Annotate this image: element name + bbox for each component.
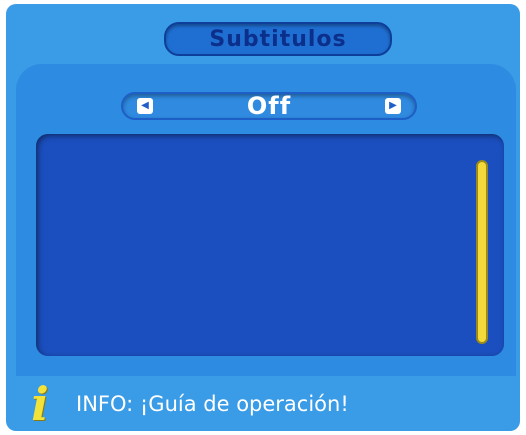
left-arrow-icon[interactable]: ◀	[137, 98, 153, 114]
subtitles-screen: Subtitulos ◀ Off ▶ i INFO: ¡Guía de oper…	[6, 4, 520, 431]
dialog-title-text: Subtitulos	[209, 26, 347, 52]
dialog-title: Subtitulos	[164, 22, 392, 56]
subtitle-selector-value: Off	[246, 92, 292, 120]
info-text: INFO: ¡Guía de operación!	[76, 391, 349, 416]
subtitle-selector[interactable]: ◀ Off ▶	[121, 92, 417, 120]
info-icon: i	[31, 376, 49, 431]
info-bar: i INFO: ¡Guía de operación!	[6, 376, 520, 431]
right-arrow-icon[interactable]: ▶	[384, 98, 401, 114]
scrollbar[interactable]	[476, 160, 488, 344]
subtitle-list-area	[36, 134, 504, 356]
